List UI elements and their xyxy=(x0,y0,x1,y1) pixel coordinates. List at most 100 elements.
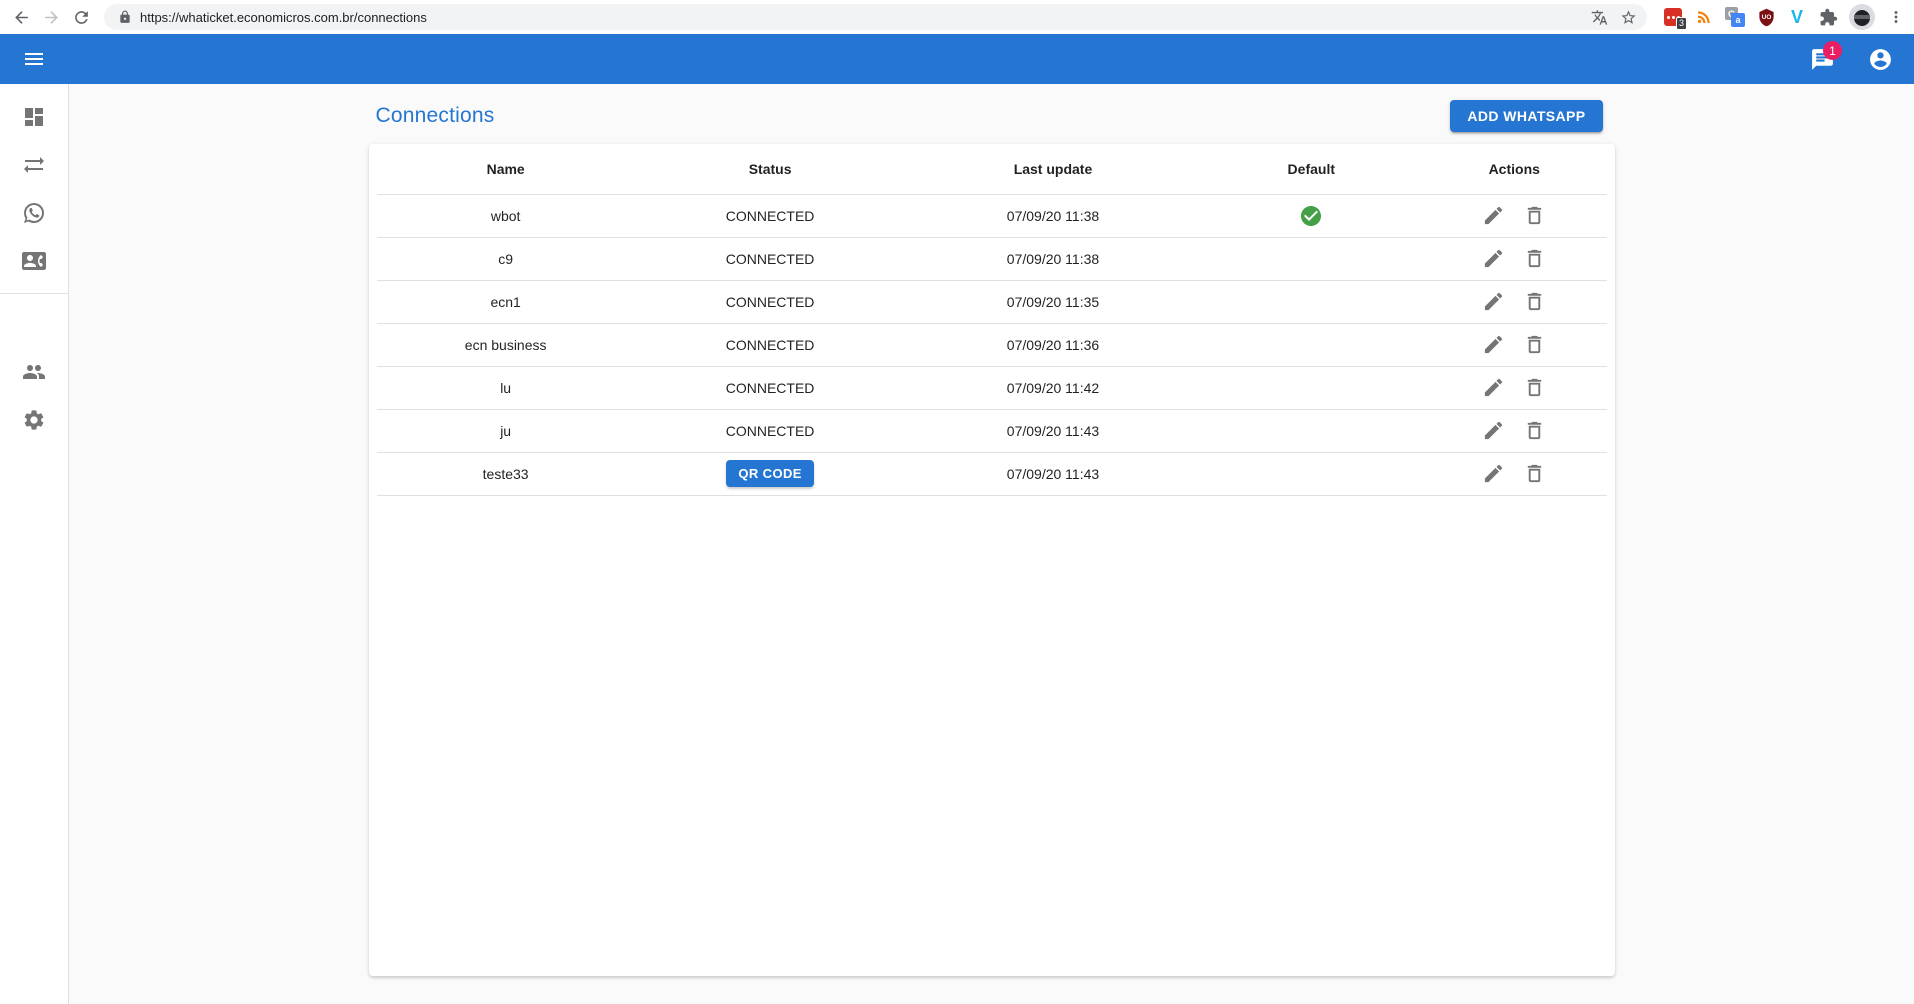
connection-status: CONNECTED xyxy=(635,280,906,323)
qr-code-button[interactable]: QR CODE xyxy=(726,460,813,487)
page-title: Connections xyxy=(376,104,495,128)
delete-connection-button[interactable] xyxy=(1516,458,1553,489)
edit-connection-button[interactable] xyxy=(1475,415,1512,446)
app-bar: 1 xyxy=(0,34,1914,84)
sidebar-item-tickets[interactable] xyxy=(0,189,68,237)
kebab-menu-icon xyxy=(1887,8,1905,26)
connection-status: CONNECTED xyxy=(635,323,906,366)
header-name: Name xyxy=(377,144,635,194)
svg-text:UO: UO xyxy=(1761,14,1771,21)
refresh-icon xyxy=(72,8,91,27)
delete-trash-icon xyxy=(1523,333,1546,356)
browser-toolbar: https://whaticket.economicros.com.br/con… xyxy=(0,0,1914,34)
connection-actions xyxy=(1422,280,1607,323)
extensions-puzzle-icon[interactable] xyxy=(1818,7,1838,27)
sidebar-item-contacts[interactable] xyxy=(0,237,68,285)
sidebar-item-dashboard[interactable] xyxy=(0,93,68,141)
connection-actions xyxy=(1422,194,1607,237)
connection-last-update: 07/09/20 11:43 xyxy=(905,409,1200,452)
connection-last-update: 07/09/20 11:38 xyxy=(905,237,1200,280)
vimeo-letter: V xyxy=(1791,8,1803,26)
page-content: Connections ADD WHATSAPP Name Status Las… xyxy=(69,84,1914,1004)
address-bar[interactable]: https://whaticket.economicros.com.br/con… xyxy=(104,4,1647,30)
ublock-shield-extension-icon[interactable]: UO xyxy=(1756,7,1776,27)
browser-forward-button[interactable] xyxy=(38,4,64,30)
delete-trash-icon xyxy=(1523,419,1546,442)
account-circle-icon xyxy=(1868,47,1893,72)
edit-connection-button[interactable] xyxy=(1475,329,1512,360)
connection-default xyxy=(1201,323,1422,366)
edit-connection-button[interactable] xyxy=(1475,372,1512,403)
connection-actions xyxy=(1422,237,1607,280)
connection-name: ju xyxy=(377,409,635,452)
connection-name: wbot xyxy=(377,194,635,237)
sidebar-toggle-button[interactable] xyxy=(14,39,54,79)
translate-extension-icon[interactable]: G a xyxy=(1725,7,1745,27)
sidebar-item-connections[interactable] xyxy=(0,141,68,189)
delete-trash-icon xyxy=(1523,462,1546,485)
contacts-icon xyxy=(22,249,46,273)
connection-name: lu xyxy=(377,366,635,409)
rss-extension-icon[interactable] xyxy=(1694,7,1714,27)
url-text: https://whaticket.economicros.com.br/con… xyxy=(140,10,1579,25)
header-actions: Actions xyxy=(1422,144,1607,194)
edit-connection-button[interactable] xyxy=(1475,243,1512,274)
delete-trash-icon xyxy=(1523,290,1546,313)
connection-default xyxy=(1201,280,1422,323)
header-default: Default xyxy=(1201,144,1422,194)
edit-connection-button[interactable] xyxy=(1475,286,1512,317)
connection-row: ju CONNECTED 07/09/20 11:43 xyxy=(377,409,1607,452)
extension-badge: 3 xyxy=(1676,17,1687,30)
delete-connection-button[interactable] xyxy=(1516,200,1553,231)
users-icon xyxy=(22,360,46,384)
sidebar-item-users[interactable] xyxy=(0,348,68,396)
header-status: Status xyxy=(635,144,906,194)
edit-connection-button[interactable] xyxy=(1475,200,1512,231)
edit-pencil-icon xyxy=(1482,247,1505,270)
notifications-chat-button[interactable]: 1 xyxy=(1802,39,1842,79)
sidebar-divider xyxy=(0,293,68,294)
connection-row: c9 CONNECTED 07/09/20 11:38 xyxy=(377,237,1607,280)
rss-icon xyxy=(1695,8,1713,26)
dashboard-icon xyxy=(22,105,46,129)
sidebar-item-settings[interactable] xyxy=(0,396,68,444)
shield-icon: UO xyxy=(1757,8,1776,27)
browser-back-button[interactable] xyxy=(8,4,34,30)
connection-actions xyxy=(1422,366,1607,409)
connections-table: Name Status Last update Default Actions … xyxy=(377,144,1607,496)
connection-actions xyxy=(1422,409,1607,452)
account-menu-button[interactable] xyxy=(1860,39,1900,79)
edit-pencil-icon xyxy=(1482,419,1505,442)
connection-status: QR CODE xyxy=(635,452,906,495)
connection-status: CONNECTED xyxy=(635,409,906,452)
delete-connection-button[interactable] xyxy=(1516,243,1553,274)
extensions-area: 3 G a UO V xyxy=(1663,4,1906,30)
connection-default xyxy=(1201,194,1422,237)
connection-actions xyxy=(1422,323,1607,366)
delete-connection-button[interactable] xyxy=(1516,372,1553,403)
delete-connection-button[interactable] xyxy=(1516,415,1553,446)
connection-status: CONNECTED xyxy=(635,237,906,280)
vimeo-extension-icon[interactable]: V xyxy=(1787,7,1807,27)
whatsapp-icon xyxy=(22,201,46,225)
browser-refresh-button[interactable] xyxy=(68,4,94,30)
connection-row: teste33 QR CODE 07/09/20 11:43 xyxy=(377,452,1607,495)
connection-row: lu CONNECTED 07/09/20 11:42 xyxy=(377,366,1607,409)
connection-actions xyxy=(1422,452,1607,495)
delete-connection-button[interactable] xyxy=(1516,329,1553,360)
add-whatsapp-button[interactable]: ADD WHATSAPP xyxy=(1450,100,1602,132)
edit-pencil-icon xyxy=(1482,376,1505,399)
delete-trash-icon xyxy=(1523,204,1546,227)
edit-pencil-icon xyxy=(1482,333,1505,356)
delete-connection-button[interactable] xyxy=(1516,286,1553,317)
delete-trash-icon xyxy=(1523,247,1546,270)
edit-connection-button[interactable] xyxy=(1475,458,1512,489)
red-dots-extension-icon[interactable]: 3 xyxy=(1663,7,1683,27)
star-icon[interactable] xyxy=(1620,9,1637,26)
browser-profile-avatar[interactable] xyxy=(1849,4,1875,30)
connection-row: wbot CONNECTED 07/09/20 11:38 xyxy=(377,194,1607,237)
connection-name: ecn1 xyxy=(377,280,635,323)
browser-menu-button[interactable] xyxy=(1886,7,1906,27)
translate-icon[interactable] xyxy=(1591,9,1608,26)
connection-default xyxy=(1201,452,1422,495)
